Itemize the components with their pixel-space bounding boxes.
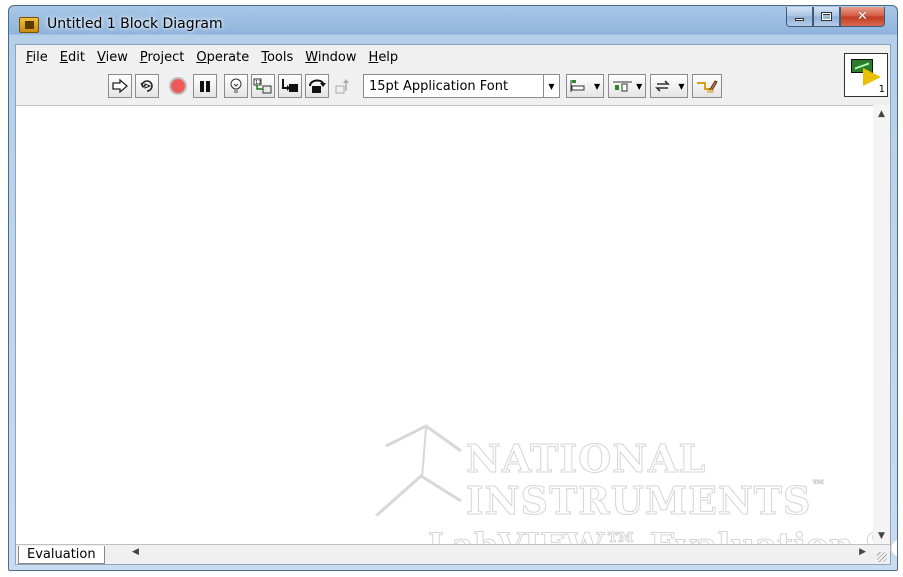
menu-file[interactable]: File xyxy=(20,50,54,65)
reorder-dropdown[interactable]: ▼ xyxy=(650,74,689,98)
menu-project-label: roject xyxy=(147,49,185,65)
menu-view[interactable]: View xyxy=(91,50,134,65)
abort-icon xyxy=(169,77,187,95)
block-diagram-window: Untitled 1 Block Diagram ✕ File Edit Vie… xyxy=(8,5,898,571)
scroll-down-icon[interactable]: ▼ xyxy=(873,527,890,544)
abort-button[interactable] xyxy=(166,74,190,98)
highlight-execution-icon xyxy=(230,78,242,93)
run-icon xyxy=(112,78,128,94)
close-button[interactable]: ✕ xyxy=(840,7,885,27)
menu-tools-label: ools xyxy=(266,49,294,65)
menu-edit-accel: E xyxy=(59,49,68,65)
align-objects-icon xyxy=(570,80,585,92)
vi-icon-number: 1 xyxy=(878,84,885,95)
resize-grip-icon[interactable] xyxy=(877,552,887,562)
retain-wire-values-icon: 12 xyxy=(253,78,272,94)
menu-bar: File Edit View Project Operate Tools Win… xyxy=(16,45,404,69)
caption-buttons: ✕ xyxy=(786,7,885,27)
watermark-national: NATIONAL xyxy=(465,436,707,482)
retain-wire-values-button[interactable]: 12 xyxy=(251,74,275,98)
step-into-icon xyxy=(282,79,298,92)
menu-edit-label: dit xyxy=(68,49,85,65)
vertical-scrollbar[interactable]: ▲ ▼ xyxy=(873,105,890,544)
status-bar: Evaluation ◀ ▶ xyxy=(16,544,890,564)
chevron-down-icon: ▼ xyxy=(636,81,643,91)
ni-watermark: NATIONAL INSTRUMENTS™ LabVIEW™ Evaluatio… xyxy=(366,406,897,567)
minimize-button[interactable] xyxy=(786,7,813,27)
highlight-execution-button[interactable] xyxy=(224,74,248,98)
run-continuously-icon xyxy=(140,80,153,92)
menu-help-label: elp xyxy=(378,49,399,65)
svg-text:12: 12 xyxy=(255,80,261,86)
window-title: Untitled 1 Block Diagram xyxy=(47,16,223,32)
step-over-button[interactable] xyxy=(305,74,329,98)
menu-tools[interactable]: Tools xyxy=(255,50,299,65)
menu-help[interactable]: Help xyxy=(363,50,405,65)
step-into-button[interactable] xyxy=(278,74,302,98)
ni-logo-icon xyxy=(375,424,462,516)
scroll-left-icon[interactable]: ◀ xyxy=(132,547,139,557)
minimize-icon xyxy=(795,18,804,21)
watermark-instruments-text: INSTRUMENTS xyxy=(465,478,812,524)
run-continuously-button[interactable] xyxy=(135,74,159,98)
step-over-icon xyxy=(309,79,326,93)
watermark-trademark: ™ xyxy=(811,478,827,495)
pause-icon xyxy=(200,81,210,92)
maximize-button[interactable] xyxy=(813,7,840,27)
step-out-icon xyxy=(335,79,349,94)
menu-help-accel: H xyxy=(368,49,379,65)
menu-operate-accel: O xyxy=(196,49,207,65)
menu-project[interactable]: Project xyxy=(134,50,191,65)
pause-button[interactable] xyxy=(193,74,217,98)
menu-view-accel: V xyxy=(96,49,106,65)
font-setting-value: 15pt Application Font xyxy=(369,78,509,94)
menu-edit[interactable]: Edit xyxy=(54,50,91,65)
distribute-objects-icon xyxy=(613,81,633,92)
window-client-area: File Edit View Project Operate Tools Win… xyxy=(15,44,897,567)
vi-icon[interactable]: 1 xyxy=(844,53,888,97)
run-button[interactable] xyxy=(108,74,132,98)
menu-window-label: indow xyxy=(317,49,357,65)
title-bar[interactable]: Untitled 1 Block Diagram ✕ xyxy=(9,6,897,44)
diagram-toolbar: 12 15pt Application Font ▼ ▼ ▼ ▼ xyxy=(108,71,725,101)
menu-operate[interactable]: Operate xyxy=(190,50,255,65)
menu-file-label: ile xyxy=(32,49,48,65)
close-icon: ✕ xyxy=(857,9,868,24)
cleanup-diagram-button[interactable] xyxy=(692,74,723,98)
align-objects-dropdown[interactable]: ▼ xyxy=(566,74,605,98)
text-settings-dropdown[interactable]: 15pt Application Font ▼ xyxy=(363,74,560,98)
reorder-icon xyxy=(655,80,671,92)
labview-app-icon[interactable] xyxy=(19,17,39,33)
menu-window-accel: W xyxy=(305,49,318,65)
chevron-down-icon: ▼ xyxy=(543,75,559,97)
scroll-right-icon[interactable]: ▶ xyxy=(859,547,866,557)
menu-window[interactable]: Window xyxy=(299,50,362,65)
distribute-objects-dropdown[interactable]: ▼ xyxy=(608,74,647,98)
cleanup-diagram-icon xyxy=(697,80,719,93)
watermark-instruments: INSTRUMENTS™ xyxy=(465,478,827,524)
scroll-up-icon[interactable]: ▲ xyxy=(873,105,890,122)
menu-operate-label: perate xyxy=(206,49,250,65)
block-diagram-canvas[interactable]: NATIONAL INSTRUMENTS™ LabVIEW™ Evaluatio… xyxy=(16,105,897,567)
maximize-icon xyxy=(821,12,832,21)
evaluation-tab[interactable]: Evaluation xyxy=(18,546,105,564)
chevron-down-icon: ▼ xyxy=(594,81,601,91)
menu-view-label: iew xyxy=(105,49,128,65)
step-out-button[interactable] xyxy=(332,74,356,98)
chevron-down-icon: ▼ xyxy=(678,81,685,91)
